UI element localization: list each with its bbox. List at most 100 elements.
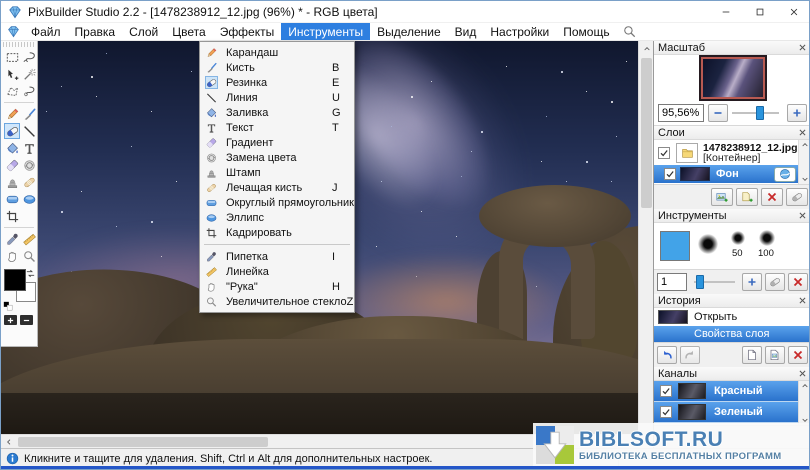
zoom-slider-handle[interactable] (756, 106, 764, 120)
tool-rect-select[interactable] (4, 49, 20, 65)
menu-item-fill[interactable]: ЗаливкаG (200, 105, 354, 120)
menu-item-eyedropper[interactable]: ПипеткаI (200, 249, 354, 264)
scroll-left-button[interactable] (1, 435, 16, 449)
menu-tools[interactable]: Инструменты (281, 23, 370, 40)
layer-row-container[interactable]: 1478238912_12.jpg [Контейнер] (654, 140, 798, 165)
chevron-down-icon[interactable] (801, 175, 809, 183)
menu-item-ellipse[interactable]: Эллипс (200, 210, 354, 225)
menu-item-hand[interactable]: "Рука"H (200, 279, 354, 294)
layers-scrollbar[interactable] (798, 140, 810, 184)
brush-preview-100[interactable] (759, 230, 775, 246)
layer-row-background[interactable]: Фон (654, 165, 798, 183)
menu-view[interactable]: Вид (448, 23, 484, 40)
tool-magnifier[interactable] (21, 248, 37, 264)
zoom-out-button[interactable] (20, 315, 33, 325)
new-snapshot-button[interactable] (742, 346, 762, 364)
add-layer-button[interactable] (736, 188, 758, 206)
redo-button[interactable] (680, 346, 700, 364)
menu-selection[interactable]: Выделение (370, 23, 448, 40)
menu-layer[interactable]: Слой (122, 23, 165, 40)
tool-line[interactable] (21, 123, 37, 139)
horizontal-scroll-thumb[interactable] (18, 437, 268, 447)
menu-item-pencil[interactable]: Карандаш (200, 45, 354, 60)
search-icon[interactable] (623, 25, 636, 38)
tool-move[interactable] (4, 66, 20, 82)
channel-checkbox[interactable] (660, 406, 672, 418)
clear-layer-button[interactable] (786, 188, 808, 206)
add-image-layer-button[interactable] (711, 188, 733, 206)
scroll-up-button[interactable] (639, 41, 654, 56)
close-icon[interactable] (798, 369, 807, 378)
tool-crop[interactable] (4, 208, 20, 224)
menu-item-brush[interactable]: КистьB (200, 60, 354, 75)
menu-effects[interactable]: Эффекты (213, 23, 282, 40)
close-icon[interactable] (798, 128, 807, 137)
tool-lasso[interactable] (21, 49, 37, 65)
menu-item-color-replace[interactable]: Замена цвета (200, 150, 354, 165)
undo-button[interactable] (657, 346, 677, 364)
zoom-in-button[interactable] (4, 315, 17, 325)
menu-item-ruler[interactable]: Линейка (200, 264, 354, 279)
tool-stamp[interactable] (4, 174, 20, 190)
tool-text[interactable] (21, 140, 37, 156)
layer-visibility-checkbox[interactable] (658, 147, 670, 159)
active-color-swatch[interactable] (660, 231, 690, 261)
brush-add-button[interactable] (742, 273, 762, 291)
channel-row-green[interactable]: Зеленый (654, 402, 798, 423)
tool-polygon-select[interactable] (4, 83, 20, 99)
zoom-plus-button[interactable] (787, 104, 807, 122)
channel-row-red[interactable]: Красный (654, 381, 798, 402)
brush-size-input[interactable] (657, 273, 687, 291)
channels-scrollbar[interactable] (798, 381, 810, 425)
menu-item-magnifier[interactable]: Увеличительное стеклоZ (200, 294, 354, 309)
tool-rounded-rect[interactable] (4, 191, 20, 207)
menu-item-line[interactable]: ЛинияU (200, 90, 354, 105)
layer-effects-button[interactable] (774, 167, 796, 182)
maximize-button[interactable] (743, 1, 777, 23)
brush-preview-50[interactable] (731, 231, 745, 245)
menu-edit[interactable]: Правка (68, 23, 123, 40)
close-icon[interactable] (798, 211, 807, 220)
vertical-scroll-thumb[interactable] (641, 58, 652, 208)
close-icon[interactable] (798, 296, 807, 305)
menu-item-crop[interactable]: Кадрировать (200, 225, 354, 240)
tool-fill[interactable] (4, 140, 20, 156)
menu-item-stamp[interactable]: Штамп (200, 165, 354, 180)
tool-gradient[interactable] (4, 157, 20, 173)
brush-size-slider[interactable] (694, 275, 735, 289)
tool-eraser[interactable] (4, 123, 20, 139)
close-button[interactable] (777, 1, 810, 23)
zoom-value-input[interactable] (658, 104, 704, 122)
zoom-minus-button[interactable] (708, 104, 728, 122)
zoom-slider[interactable] (732, 106, 779, 120)
menu-colors[interactable]: Цвета (165, 23, 212, 40)
tool-eyedropper[interactable] (4, 231, 20, 247)
menu-item-rounded-rect[interactable]: Округлый прямоугольник (200, 195, 354, 210)
default-colors-icon[interactable] (3, 301, 13, 311)
brush-preview-dot[interactable] (698, 234, 718, 254)
menu-file[interactable]: Файл (24, 23, 68, 40)
minimize-button[interactable] (709, 1, 743, 23)
history-entry-layer-properties[interactable]: Свойства слоя (654, 326, 810, 342)
menu-item-eraser[interactable]: РезинкаE (200, 75, 354, 90)
swap-colors-icon[interactable] (25, 268, 36, 279)
layer-visibility-checkbox[interactable] (664, 168, 676, 180)
tool-ruler[interactable] (21, 231, 37, 247)
tool-color-replace[interactable] (21, 157, 37, 173)
brush-clear-button[interactable] (765, 273, 785, 291)
menu-help[interactable]: Помощь (556, 23, 616, 40)
vertical-scrollbar[interactable] (638, 41, 653, 434)
tool-ellipse[interactable] (21, 191, 37, 207)
tool-magnetic-lasso[interactable] (21, 83, 37, 99)
layer-folder-thumb[interactable] (676, 143, 698, 163)
toolbar-grip[interactable] (3, 42, 35, 47)
delete-history-button[interactable] (788, 346, 808, 364)
menu-settings[interactable]: Настройки (483, 23, 556, 40)
delete-layer-button[interactable] (761, 188, 783, 206)
menu-item-healing-brush[interactable]: Лечащая кистьJ (200, 180, 354, 195)
tool-hand[interactable] (4, 248, 20, 264)
menu-item-gradient[interactable]: Градиент (200, 135, 354, 150)
snapshot-from-image-button[interactable] (765, 346, 785, 364)
brush-delete-button[interactable] (788, 273, 808, 291)
chevron-up-icon[interactable] (801, 141, 809, 149)
